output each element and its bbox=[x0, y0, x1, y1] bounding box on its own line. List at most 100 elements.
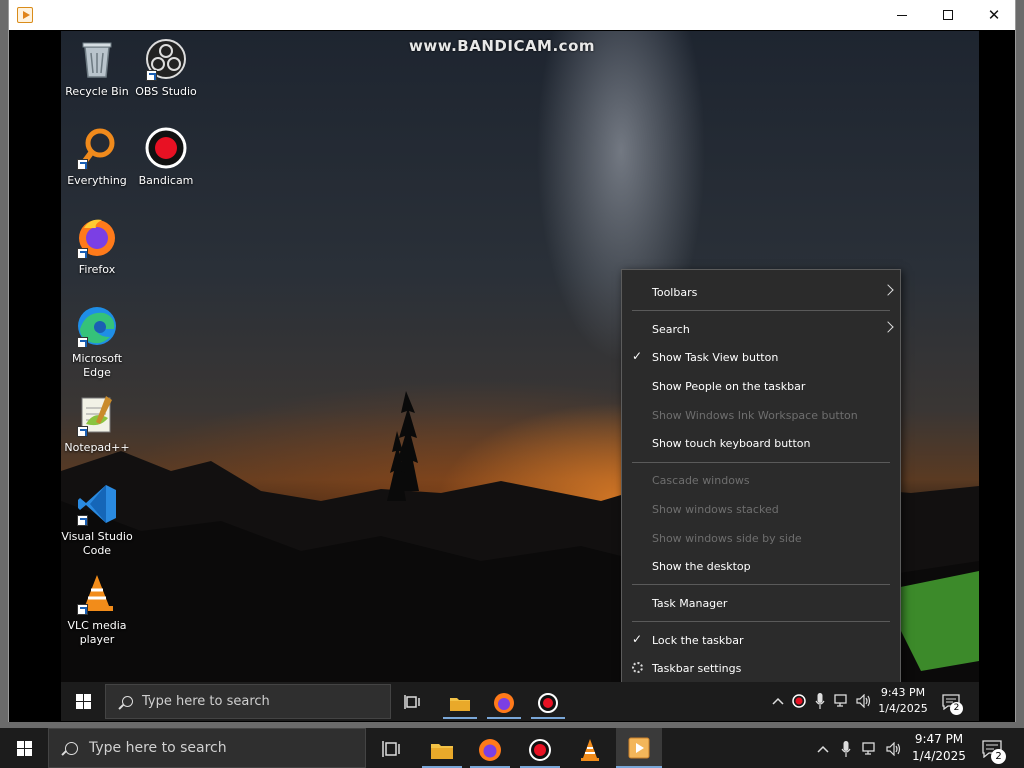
chevron-right-icon bbox=[882, 321, 894, 333]
menu-item-taskbar-settings[interactable]: Taskbar settings bbox=[622, 654, 900, 682]
menu-item-search[interactable]: Search bbox=[622, 315, 900, 343]
shortcut-arrow-icon bbox=[77, 159, 88, 170]
minimize-button[interactable] bbox=[879, 0, 925, 30]
desktop-icon-bandicam[interactable]: Bandicam bbox=[129, 126, 203, 188]
tray-microphone[interactable] bbox=[813, 692, 827, 710]
host-clock[interactable]: 9:47 PM 1/4/2025 bbox=[908, 731, 970, 765]
vlc-icon bbox=[581, 739, 599, 761]
desktop-icon-obs-studio[interactable]: OBS Studio bbox=[129, 37, 203, 99]
microphone-icon bbox=[841, 741, 851, 757]
desktop-icon-firefox[interactable]: Firefox bbox=[61, 215, 134, 277]
desktop-icon-vlc[interactable]: VLC media player bbox=[61, 571, 134, 647]
bandicam-icon bbox=[538, 692, 558, 713]
host-titlebar[interactable]: ✕ bbox=[9, 0, 1015, 30]
task-view-button[interactable] bbox=[397, 688, 429, 716]
tray-microphone[interactable] bbox=[838, 739, 854, 759]
file-explorer-icon bbox=[450, 697, 470, 711]
gear-icon bbox=[632, 662, 643, 673]
host-search-box[interactable]: Type here to search bbox=[48, 728, 366, 768]
menu-item-label: Task Manager bbox=[652, 596, 728, 610]
obs-studio-icon bbox=[144, 37, 188, 81]
menu-item-show-desktop[interactable]: Show the desktop bbox=[622, 552, 900, 580]
taskbar-firefox[interactable] bbox=[470, 732, 510, 768]
network-icon bbox=[834, 694, 847, 707]
menu-item-label: Search bbox=[652, 322, 690, 336]
search-icon bbox=[65, 742, 78, 755]
taskbar-file-explorer[interactable] bbox=[443, 686, 477, 719]
tray-overflow-button[interactable] bbox=[814, 740, 832, 758]
microphone-icon bbox=[815, 693, 825, 709]
taskbar-firefox[interactable] bbox=[487, 686, 521, 719]
taskbar-bandicam-player[interactable] bbox=[616, 728, 662, 768]
menu-item-task-manager[interactable]: Task Manager bbox=[622, 589, 900, 617]
desktop-icon-label: Everything bbox=[67, 174, 127, 187]
notification-badge: 2 bbox=[950, 702, 963, 715]
desktop-icon-label: Firefox bbox=[78, 263, 116, 276]
maximize-button[interactable] bbox=[925, 0, 971, 30]
tray-network[interactable] bbox=[860, 740, 880, 758]
recycle-bin-icon bbox=[75, 37, 119, 81]
screen: ✕ www.BANDICAM.com Recycle Bin OBS Studi… bbox=[0, 0, 1024, 768]
start-button[interactable] bbox=[17, 741, 32, 756]
notification-center-button[interactable]: 2 bbox=[939, 690, 963, 715]
menu-item-show-windows-side-by-side: Show windows side by side bbox=[622, 524, 900, 552]
firefox-icon bbox=[75, 215, 119, 259]
guest-clock[interactable]: 9:43 PM 1/4/2025 bbox=[877, 685, 929, 717]
desktop-icon-vscode[interactable]: Visual Studio Code bbox=[61, 482, 134, 558]
shortcut-arrow-icon bbox=[77, 337, 88, 348]
menu-separator bbox=[632, 462, 890, 463]
menu-item-toolbars[interactable]: Toolbars bbox=[622, 278, 900, 306]
tray-volume[interactable] bbox=[884, 740, 904, 758]
menu-item-show-touch-keyboard[interactable]: Show touch keyboard button bbox=[622, 429, 900, 457]
bandicam-record-icon bbox=[792, 694, 806, 708]
tray-volume[interactable] bbox=[855, 692, 873, 710]
menu-item-label: Show windows side by side bbox=[652, 531, 802, 545]
active-indicator bbox=[443, 717, 477, 719]
shortcut-arrow-icon bbox=[146, 70, 157, 81]
menu-item-show-windows-stacked: Show windows stacked bbox=[622, 495, 900, 523]
checkmark-icon: ✓ bbox=[632, 632, 643, 646]
menu-item-label: Show People on the taskbar bbox=[652, 379, 806, 393]
taskbar-file-explorer[interactable] bbox=[422, 732, 462, 768]
task-view-button[interactable] bbox=[374, 732, 410, 766]
desktop-icon-notepadpp[interactable]: Notepad++ bbox=[61, 393, 134, 455]
clock-date: 1/4/2025 bbox=[878, 702, 928, 715]
desktop-icon-label: Microsoft Edge bbox=[71, 352, 123, 379]
file-explorer-icon bbox=[431, 744, 453, 759]
taskbar-vlc[interactable] bbox=[570, 732, 610, 768]
taskbar-bandicam[interactable] bbox=[520, 732, 560, 768]
host-window: ✕ www.BANDICAM.com Recycle Bin OBS Studi… bbox=[8, 0, 1016, 722]
desktop-icon-label: Bandicam bbox=[138, 174, 194, 187]
tray-bandicam-record[interactable] bbox=[791, 693, 807, 709]
start-button[interactable] bbox=[76, 694, 91, 709]
active-indicator bbox=[487, 717, 521, 719]
task-view-icon bbox=[382, 741, 400, 757]
shortcut-arrow-icon bbox=[77, 515, 88, 526]
menu-item-cascade-windows: Cascade windows bbox=[622, 466, 900, 494]
tray-network[interactable] bbox=[833, 692, 851, 710]
desktop-icon-everything[interactable]: Everything bbox=[61, 126, 134, 188]
firefox-icon bbox=[479, 739, 501, 761]
clock-date: 1/4/2025 bbox=[912, 749, 966, 763]
menu-item-label: Show the desktop bbox=[652, 559, 751, 573]
guest-search-box[interactable]: Type here to search bbox=[105, 684, 391, 719]
bandicam-play-icon[interactable] bbox=[17, 7, 33, 23]
menu-item-show-people[interactable]: Show People on the taskbar bbox=[622, 372, 900, 400]
desktop-icon-microsoft-edge[interactable]: Microsoft Edge bbox=[61, 304, 134, 380]
menu-item-label: Toolbars bbox=[652, 285, 698, 299]
close-button[interactable]: ✕ bbox=[971, 0, 1017, 30]
vscode-icon bbox=[75, 482, 119, 526]
tray-overflow-button[interactable] bbox=[769, 692, 787, 710]
bandicam-icon bbox=[144, 126, 188, 170]
maximize-icon bbox=[943, 10, 953, 20]
menu-item-label: Show touch keyboard button bbox=[652, 436, 811, 450]
menu-item-show-task-view[interactable]: ✓ Show Task View button bbox=[622, 343, 900, 371]
minimize-icon bbox=[897, 14, 907, 16]
taskbar-bandicam[interactable] bbox=[531, 686, 565, 719]
search-placeholder: Type here to search bbox=[89, 740, 227, 756]
desktop-icon-recycle-bin[interactable]: Recycle Bin bbox=[61, 37, 134, 99]
notification-badge: 2 bbox=[991, 749, 1006, 764]
notification-center-button[interactable]: 2 bbox=[978, 736, 1006, 764]
chevron-right-icon bbox=[882, 284, 894, 296]
menu-item-lock-taskbar[interactable]: ✓ Lock the taskbar bbox=[622, 626, 900, 654]
